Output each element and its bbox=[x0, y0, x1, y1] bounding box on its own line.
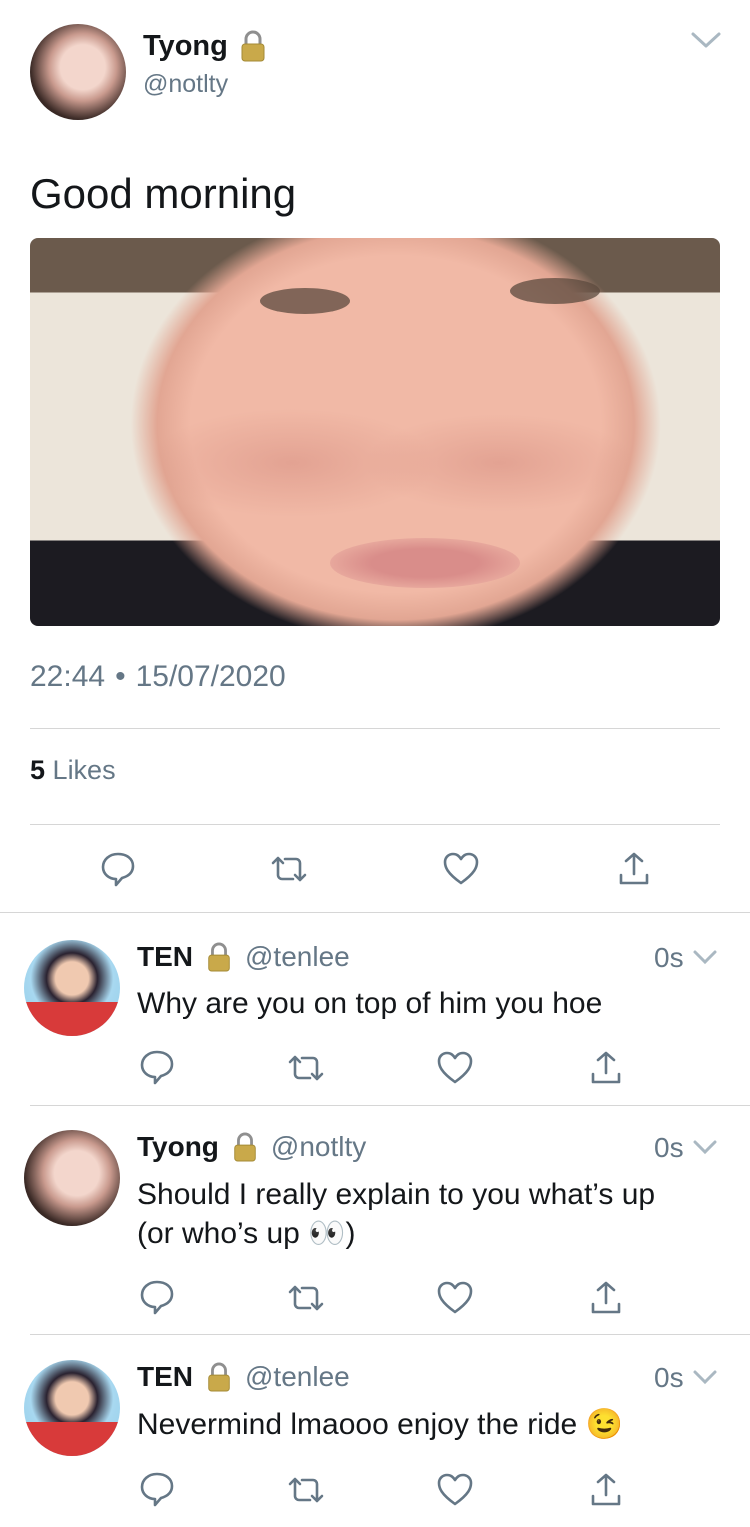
divider bbox=[30, 1105, 750, 1106]
reply-header: TEN @tenlee bbox=[137, 938, 350, 976]
chevron-down-icon[interactable] bbox=[692, 1138, 718, 1156]
likes-count: 5 bbox=[30, 755, 46, 785]
tweet-timestamp: 22:44 • 15/07/2020 bbox=[30, 660, 286, 694]
reply-text: Nevermind lmaooo enjoy the ride 😉 bbox=[137, 1408, 623, 1441]
reply-avatar[interactable] bbox=[24, 1360, 120, 1456]
likes-label: Likes bbox=[52, 755, 116, 785]
author-name-row: Tyong bbox=[143, 28, 268, 64]
reply-icon[interactable] bbox=[138, 1048, 176, 1086]
share-icon[interactable] bbox=[617, 851, 651, 887]
likes-stat[interactable]: 5 Likes bbox=[30, 755, 116, 786]
reply-avatar[interactable] bbox=[24, 1130, 120, 1226]
like-icon[interactable] bbox=[436, 1281, 474, 1315]
chevron-down-icon[interactable] bbox=[692, 948, 718, 966]
lock-icon bbox=[208, 942, 230, 972]
tweet-date: 15/07/2020 bbox=[135, 660, 286, 693]
lock-icon bbox=[208, 1362, 230, 1392]
retweet-icon[interactable] bbox=[269, 853, 309, 885]
share-icon[interactable] bbox=[589, 1050, 623, 1086]
reply-avatar[interactable] bbox=[24, 940, 120, 1036]
photo-eye-right bbox=[510, 278, 600, 304]
retweet-icon[interactable] bbox=[286, 1052, 326, 1084]
reply-time: 0s bbox=[654, 942, 684, 973]
reply-author-handle[interactable]: @tenlee bbox=[245, 941, 350, 973]
author-name[interactable]: Tyong bbox=[143, 30, 228, 63]
photo-lips bbox=[330, 538, 520, 588]
like-icon[interactable] bbox=[436, 1473, 474, 1507]
reply-text: Why are you on top of him you hoe bbox=[137, 987, 603, 1020]
share-icon[interactable] bbox=[589, 1472, 623, 1508]
reply-author-handle[interactable]: @notlty bbox=[271, 1131, 366, 1163]
chevron-down-icon[interactable] bbox=[692, 1368, 718, 1386]
retweet-icon[interactable] bbox=[286, 1474, 326, 1506]
chevron-down-icon[interactable] bbox=[690, 30, 722, 50]
reply-text-line2: (or who’s up 👀) bbox=[137, 1217, 356, 1250]
lock-icon bbox=[234, 1132, 256, 1162]
reply-time: 0s bbox=[654, 1132, 684, 1163]
author-handle[interactable]: @notlty bbox=[143, 70, 228, 99]
like-icon[interactable] bbox=[436, 1051, 474, 1085]
like-icon[interactable] bbox=[442, 852, 480, 886]
divider bbox=[30, 1334, 750, 1335]
reply-author-handle[interactable]: @tenlee bbox=[245, 1361, 350, 1393]
reply-icon[interactable] bbox=[138, 1470, 176, 1508]
tweet-photo[interactable] bbox=[30, 238, 720, 626]
divider bbox=[30, 824, 720, 825]
reply-icon[interactable] bbox=[99, 850, 137, 888]
divider bbox=[30, 728, 720, 729]
reply-author-name[interactable]: TEN bbox=[137, 1361, 193, 1393]
share-icon[interactable] bbox=[589, 1280, 623, 1316]
reply-author-name[interactable]: Tyong bbox=[137, 1131, 219, 1163]
reply-header: Tyong @notlty bbox=[137, 1128, 366, 1166]
reply-icon[interactable] bbox=[138, 1278, 176, 1316]
reply-text-line1: Should I really explain to you what’s up bbox=[137, 1178, 656, 1211]
retweet-icon[interactable] bbox=[286, 1282, 326, 1314]
author-avatar[interactable] bbox=[30, 24, 126, 120]
reply-header: TEN @tenlee bbox=[137, 1358, 350, 1396]
timestamp-separator: • bbox=[115, 660, 126, 693]
photo-eye-left bbox=[260, 288, 350, 314]
divider bbox=[0, 912, 750, 913]
tweet-text: Good morning bbox=[30, 170, 297, 217]
reply-author-name[interactable]: TEN bbox=[137, 941, 193, 973]
tweet-time: 22:44 bbox=[30, 660, 106, 693]
lock-icon bbox=[241, 30, 265, 62]
reply-time: 0s bbox=[654, 1362, 684, 1393]
